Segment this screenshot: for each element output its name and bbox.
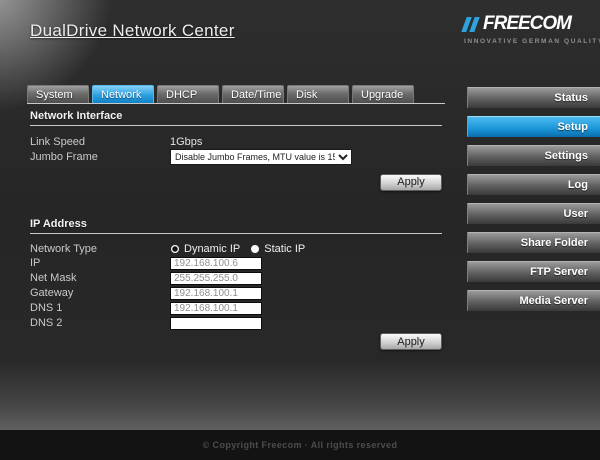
field-label: IP: [30, 257, 170, 269]
sidebar-item-media-server[interactable]: Media Server: [467, 290, 600, 311]
ip-input[interactable]: [170, 257, 262, 270]
network-interface-apply-button[interactable]: Apply: [380, 174, 442, 191]
radio-label: Static IP: [264, 243, 305, 255]
sidebar-item-status[interactable]: Status: [467, 87, 600, 108]
section-title-network-interface: Network Interface: [30, 110, 442, 126]
sidebar-item-ftp-server[interactable]: FTP Server: [467, 261, 600, 282]
copyright-text: © Copyright Freecom · All rights reserve…: [203, 440, 398, 450]
freecom-logo: FREECOM INNOVATIVE GERMAN QUALITY: [464, 13, 582, 45]
field-row-dns-2: DNS 2: [30, 317, 442, 330]
jumbo-frame-label: Jumbo Frame: [30, 151, 170, 163]
tab-date-time[interactable]: Date/Time: [222, 85, 284, 103]
sidebar-item-share-folder[interactable]: Share Folder: [467, 232, 600, 253]
field-label: Gateway: [30, 287, 170, 299]
sidebar-menu: Status Setup Settings Log User Share Folder FT…: [467, 87, 600, 319]
radio-option-static-ip[interactable]: Static IP: [250, 243, 305, 255]
ip-fields: IP Net Mask Gateway DNS 1 DNS 2: [30, 257, 442, 330]
dns-1-input[interactable]: [170, 302, 262, 315]
radio-dynamic-ip[interactable]: [170, 244, 180, 254]
section-title-ip-address: IP Address: [30, 218, 442, 234]
sidebar-item-log[interactable]: Log: [467, 174, 600, 195]
tab-disk[interactable]: Disk: [287, 85, 349, 103]
field-row-net-mask: Net Mask: [30, 272, 442, 285]
net-mask-input[interactable]: [170, 272, 262, 285]
link-speed-row: Link Speed 1Gbps: [30, 134, 442, 149]
ip-address-apply-button[interactable]: Apply: [380, 333, 442, 350]
page-title: DualDrive Network Center: [30, 21, 235, 41]
jumbo-frame-row: Jumbo Frame Disable Jumbo Frames, MTU va…: [30, 149, 442, 164]
dns-2-input[interactable]: [170, 317, 262, 330]
freecom-brand-text: FREECOM: [483, 13, 571, 35]
main-content: Network Interface Link Speed 1Gbps Jumbo…: [30, 110, 442, 350]
field-row-gateway: Gateway: [30, 287, 442, 300]
radio-label: Dynamic IP: [184, 243, 240, 255]
field-row-dns-1: DNS 1: [30, 302, 442, 315]
radio-option-dynamic-ip[interactable]: Dynamic IP: [170, 243, 240, 255]
network-type-options: Dynamic IP Static IP: [170, 243, 305, 255]
footer-bar: © Copyright Freecom · All rights reserve…: [0, 430, 600, 460]
sidebar-item-user[interactable]: User: [467, 203, 600, 224]
tab-system[interactable]: System: [27, 85, 89, 103]
tab-upgrade[interactable]: Upgrade: [352, 85, 414, 103]
sidebar-item-setup[interactable]: Setup: [467, 116, 600, 137]
freecom-tagline: INNOVATIVE GERMAN QUALITY: [464, 38, 582, 45]
field-row-ip: IP: [30, 257, 442, 270]
jumbo-frame-select[interactable]: Disable Jumbo Frames, MTU value is 1500 …: [170, 149, 352, 165]
radio-static-ip[interactable]: [250, 244, 260, 254]
field-label: DNS 2: [30, 317, 170, 329]
field-label: Net Mask: [30, 272, 170, 284]
link-speed-label: Link Speed: [30, 136, 170, 148]
network-type-row: Network Type Dynamic IP Static IP: [30, 242, 442, 257]
sidebar-item-settings[interactable]: Settings: [467, 145, 600, 166]
tab-dhcp[interactable]: DHCP: [157, 85, 219, 103]
dualdrive-network-center-page: DualDrive Network Center FREECOM INNOVAT…: [0, 0, 600, 460]
field-label: DNS 1: [30, 302, 170, 314]
tab-network[interactable]: Network: [92, 85, 154, 103]
network-type-label: Network Type: [30, 243, 170, 255]
link-speed-value: 1Gbps: [170, 136, 202, 148]
gateway-input[interactable]: [170, 287, 262, 300]
tab-bar: SystemNetworkDHCPDate/TimeDiskUpgrade: [27, 85, 445, 104]
